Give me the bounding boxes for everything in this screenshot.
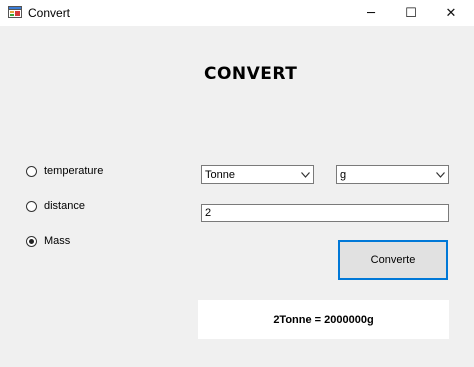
result-panel: 2Tonne = 2000000g: [198, 300, 449, 339]
radio-circle[interactable]: [26, 200, 37, 212]
from-unit-select[interactable]: Tonne: [201, 165, 314, 184]
to-unit-select[interactable]: g: [336, 165, 449, 184]
maximize-icon: ☐: [405, 5, 417, 21]
window-title: Convert: [28, 6, 71, 20]
radio-circle[interactable]: [26, 235, 37, 247]
radio-label: distance: [44, 200, 85, 212]
radio-label: temperature: [44, 165, 104, 177]
minimize-button[interactable]: ─: [354, 0, 388, 26]
close-icon: ✕: [445, 5, 457, 21]
chevron-down-icon[interactable]: [297, 166, 313, 183]
from-unit-value: Tonne: [205, 168, 235, 181]
minimize-icon: ─: [367, 5, 375, 21]
page-title: CONVERT: [204, 64, 298, 84]
maximize-button[interactable]: ☐: [394, 0, 428, 26]
value-input[interactable]: [201, 204, 449, 222]
radio-distance[interactable]: distance: [26, 200, 85, 212]
form-icon: [8, 6, 22, 18]
radio-mass[interactable]: Mass: [26, 235, 70, 247]
to-unit-value: g: [340, 168, 347, 181]
close-button[interactable]: ✕: [434, 0, 468, 26]
convert-button[interactable]: Converte: [338, 240, 448, 280]
result-label: 2Tonne = 2000000g: [273, 313, 374, 326]
radio-circle[interactable]: [26, 165, 37, 177]
title-bar: Convert ─ ☐ ✕: [0, 0, 474, 26]
convert-button-label: Converte: [370, 254, 416, 266]
radio-temperature[interactable]: temperature: [26, 165, 103, 177]
chevron-down-icon[interactable]: [432, 166, 448, 183]
radio-label: Mass: [44, 235, 71, 247]
